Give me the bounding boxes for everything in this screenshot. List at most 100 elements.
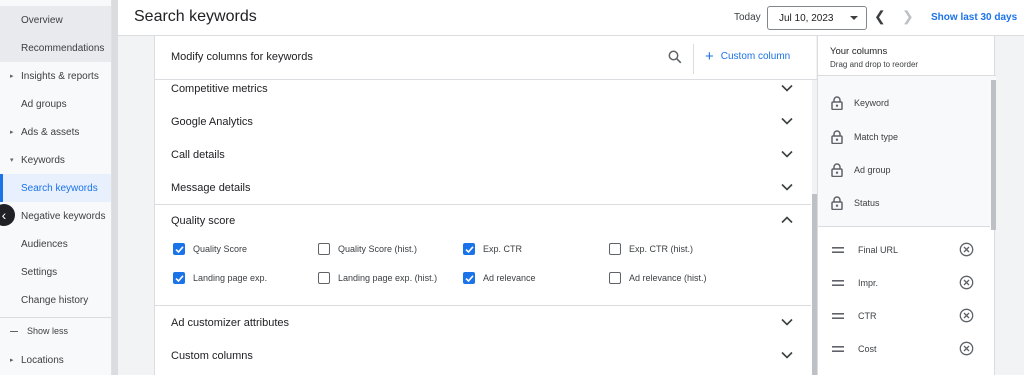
expand-caret-icon: ▸	[10, 73, 14, 80]
column-item-label: Match type	[854, 131, 899, 142]
nav-item-ad-groups[interactable]: Ad groups	[0, 90, 111, 118]
expand-caret-icon: ▸	[10, 129, 14, 136]
expand-more-icon	[781, 84, 793, 92]
column-item-impr[interactable]: Impr.	[818, 266, 996, 299]
nav-item-label: Change history	[21, 294, 89, 306]
checkbox-quality-score[interactable]: Quality Score	[173, 243, 247, 255]
nav-item-label: Search keywords	[21, 182, 98, 194]
checkbox-checked-icon	[463, 243, 475, 255]
checkbox-checked-icon	[173, 243, 185, 255]
section-message-details[interactable]: Message details	[155, 172, 811, 205]
expand-more-icon	[781, 318, 793, 326]
panel-title: Modify columns for keywords	[171, 51, 313, 63]
expand-more-icon	[781, 117, 793, 125]
checkbox-label: Quality Score	[193, 244, 248, 254]
nav-item-insights-reports[interactable]: ▸ Insights & reports	[0, 62, 111, 90]
checkbox-label: Quality Score (hist.)	[338, 244, 418, 254]
checkbox-checked-icon	[173, 272, 185, 284]
column-item-label: Cost	[858, 343, 877, 354]
chevron-right-icon: ❯	[902, 8, 914, 24]
nav-item-label: Ad groups	[21, 98, 67, 110]
drag-handle-icon[interactable]	[832, 246, 844, 254]
drag-handle-icon[interactable]	[832, 345, 844, 353]
nav-item-audiences[interactable]: Audiences	[0, 230, 111, 258]
checkbox-unchecked-icon	[318, 272, 330, 284]
checkbox-landing-page-exp-hist[interactable]: Landing page exp. (hist.)	[318, 272, 437, 284]
checkbox-quality-score-hist[interactable]: Quality Score (hist.)	[318, 243, 417, 255]
plus-icon: +	[705, 48, 714, 65]
section-ad-customizer-attributes[interactable]: Ad customizer attributes	[155, 307, 811, 340]
nav-item-ads-assets[interactable]: ▸ Ads & assets	[0, 118, 111, 146]
checkbox-ad-relevance[interactable]: Ad relevance	[463, 272, 536, 284]
column-item-cost[interactable]: Cost	[818, 332, 996, 365]
search-icon[interactable]	[668, 50, 682, 64]
section-label: Quality score	[171, 215, 236, 227]
previous-date-button[interactable]: ❮	[874, 9, 886, 23]
column-item-label: Status	[854, 197, 880, 208]
column-item-status: Status	[818, 186, 996, 219]
nav-item-settings[interactable]: Settings	[0, 258, 111, 286]
lock-icon	[831, 195, 843, 210]
section-divider	[155, 305, 811, 306]
column-item-keyword: Keyword	[818, 86, 996, 119]
your-columns-scrollbar[interactable]	[991, 80, 996, 230]
nav-item-keywords[interactable]: ▾ Keywords	[0, 146, 111, 174]
checkbox-ad-relevance-hist[interactable]: Ad relevance (hist.)	[609, 272, 707, 284]
checkbox-unchecked-icon	[318, 243, 330, 255]
next-date-button[interactable]: ❯	[902, 9, 914, 23]
column-item-ad-group: Ad group	[818, 153, 996, 186]
modify-columns-panel: Modify columns for keywords + Custom col…	[154, 36, 817, 375]
section-google-analytics[interactable]: Google Analytics	[155, 106, 811, 139]
nav-item-label: Negative keywords	[21, 210, 106, 222]
drag-handle-icon[interactable]	[832, 312, 844, 320]
your-columns-header: Your columns Drag and drop to reorder	[818, 36, 996, 76]
column-item-final-url[interactable]: Final URL	[818, 233, 996, 266]
lock-icon	[831, 129, 843, 144]
remove-circle-icon[interactable]	[959, 308, 974, 323]
nav-item-label: Insights & reports	[21, 70, 99, 82]
your-columns-title: Your columns	[830, 46, 888, 57]
remove-circle-icon[interactable]	[959, 275, 974, 290]
checkbox-label: Ad relevance (hist.)	[629, 273, 707, 283]
remove-circle-icon[interactable]	[959, 242, 974, 257]
column-item-label: CTR	[858, 310, 877, 321]
nav-item-negative-keywords[interactable]: Negative keywords	[0, 202, 111, 230]
remove-circle-icon[interactable]	[959, 341, 974, 356]
section-label: Call details	[171, 149, 225, 161]
dropdown-arrow-icon	[850, 16, 858, 20]
section-call-details[interactable]: Call details	[155, 139, 811, 172]
section-custom-columns[interactable]: Custom columns	[155, 340, 811, 373]
nav-item-label: Audiences	[21, 238, 68, 250]
section-quality-score[interactable]: Quality score	[155, 205, 811, 238]
checkbox-unchecked-icon	[609, 243, 621, 255]
checkbox-exp-ctr[interactable]: Exp. CTR	[463, 243, 522, 255]
nav-item-label: Settings	[21, 266, 58, 278]
drag-handle-icon[interactable]	[832, 279, 844, 287]
lock-icon	[831, 95, 843, 110]
nav-item-change-history[interactable]: Change history	[0, 286, 111, 314]
nav-item-overview[interactable]: Overview	[0, 6, 111, 34]
nav-item-label: Locations	[21, 354, 64, 366]
date-range-select[interactable]: Jul 10, 2023	[767, 6, 867, 30]
show-last-30-days-button[interactable]: Show last 30 days	[931, 12, 1017, 23]
nav-item-search-keywords[interactable]: Search keywords	[0, 174, 111, 202]
checkbox-label: Landing page exp.	[193, 273, 268, 283]
checkbox-label: Landing page exp. (hist.)	[338, 273, 438, 283]
expand-more-icon	[781, 183, 793, 191]
checkbox-checked-icon	[463, 272, 475, 284]
checkbox-landing-page-exp[interactable]: Landing page exp.	[173, 272, 267, 284]
nav-item-locations[interactable]: ▸ Locations	[0, 346, 111, 374]
custom-column-label: Custom column	[720, 51, 791, 62]
nav-item-label: Recommendations	[21, 42, 105, 54]
column-item-ctr[interactable]: CTR	[818, 299, 996, 332]
column-item-label: Impr.	[858, 277, 879, 288]
nav-item-label: Overview	[21, 14, 63, 26]
section-competitive-metrics[interactable]: Competitive metrics	[155, 73, 811, 106]
custom-column-button[interactable]: + Custom column	[705, 48, 791, 65]
nav-item-recommendations[interactable]: Recommendations	[0, 34, 111, 62]
show-less-button[interactable]: Show less	[10, 326, 68, 336]
left-navigation: Overview Recommendations ▸ Insights & rep…	[0, 0, 112, 375]
lock-icon	[831, 162, 843, 177]
header-divider	[693, 44, 694, 74]
checkbox-exp-ctr-hist[interactable]: Exp. CTR (hist.)	[609, 243, 693, 255]
